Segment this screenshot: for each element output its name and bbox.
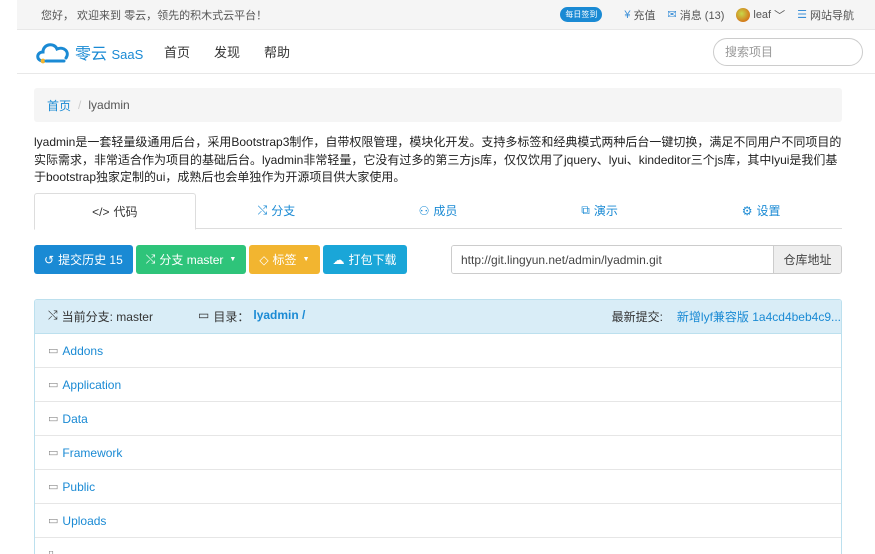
repo-url-field[interactable]: http://git.lingyun.net/admin/lyadmin.git	[452, 246, 773, 273]
folder-icon: ▭	[198, 308, 210, 322]
list-icon: ☰	[797, 9, 807, 21]
branch-icon: ⤭	[48, 308, 58, 322]
branch-icon: ⤭	[145, 252, 156, 266]
nav-discover[interactable]: 发现	[214, 42, 240, 61]
tags-dropdown-button[interactable]: ◇ 标签 ▼	[249, 245, 320, 274]
members-icon: ⚇	[418, 203, 430, 218]
logo[interactable]: 零云 SaaS	[34, 39, 164, 65]
tab-members-label: 成员	[433, 204, 458, 218]
list-item[interactable]: ▭ Framework	[35, 436, 841, 470]
folder-icon: ▭	[48, 413, 59, 425]
tab-code-label: 代码	[113, 205, 138, 219]
file-list-header: ⤭ 当前分支: master ▭ 目录： lyadmin / 最新提交: 新增l…	[35, 300, 841, 334]
messages-label: 消息 (13)	[679, 9, 725, 22]
list-item[interactable]: ▭ Application	[35, 368, 841, 402]
site-nav-label: 网站导航	[810, 9, 854, 22]
user-menu[interactable]: leaf ﹀	[736, 7, 785, 23]
tab-demo[interactable]: ⧉ 演示	[519, 193, 681, 228]
site-nav-link[interactable]: ☰ 网站导航	[797, 7, 854, 23]
folder-icon: ▭	[48, 345, 59, 357]
current-branch: ⤭ 当前分支: master	[48, 308, 153, 324]
logo-text: 零云 SaaS	[75, 45, 144, 63]
yen-icon: ¥	[624, 8, 631, 21]
caret-down-icon: ▼	[229, 256, 237, 263]
main-nav: 首页 发现 帮助	[164, 42, 713, 61]
top-bar: 您好， 欢迎来到 零云，领先的积木式云平台！ 每日签到 ¥ 充值 ✉ 消息 (1…	[17, 0, 875, 30]
current-directory: ▭ 目录： lyadmin /	[198, 308, 306, 325]
recharge-label: 充值	[633, 9, 656, 22]
download-button[interactable]: ☁ 打包下载	[322, 245, 407, 274]
breadcrumb-separator: /	[78, 98, 82, 112]
list-item[interactable]: ▭ Data	[35, 402, 841, 436]
commit-link[interactable]: 新增lyf兼容版 1a4cd4beb4c9...	[677, 308, 841, 325]
search-input[interactable]: 搜索项目	[713, 37, 863, 66]
history-icon: ↺	[44, 252, 55, 267]
nav-help[interactable]: 帮助	[264, 42, 290, 61]
caret-down-icon: ▼	[302, 256, 310, 263]
folder-icon: ▭	[48, 481, 59, 493]
external-link-icon: ⧉	[581, 203, 590, 217]
tab-demo-label: 演示	[593, 204, 618, 218]
breadcrumb-current: lyadmin	[88, 98, 130, 112]
file-icon: ▯	[48, 548, 54, 554]
branch-dropdown-button[interactable]: ⤭ 分支 master ▼	[135, 245, 247, 274]
chevron-down-icon: ﹀	[774, 9, 786, 22]
repo-url-button[interactable]: 仓库地址	[773, 246, 841, 273]
history-button[interactable]: ↺ 提交历史 15	[34, 245, 133, 274]
list-item[interactable]: ▭ Uploads	[35, 504, 841, 538]
tab-members[interactable]: ⚇ 成员	[357, 193, 519, 228]
folder-icon: ▭	[48, 515, 59, 527]
tab-settings[interactable]: ⚙ 设置	[680, 193, 842, 228]
list-item[interactable]: ▯	[35, 538, 841, 554]
envelope-icon: ✉	[667, 9, 677, 21]
branch-icon: ⤭	[257, 203, 268, 217]
tab-code[interactable]: </> 代码	[34, 193, 196, 230]
list-item[interactable]: ▭ Public	[35, 470, 841, 504]
avatar	[736, 7, 751, 22]
tag-icon: ◇	[259, 252, 269, 267]
tab-settings-label: 设置	[756, 204, 781, 218]
top-bar-right: 每日签到 ¥ 充值 ✉ 消息 (13) leaf ﹀ ☰ 网站导航	[560, 7, 854, 23]
project-tabs: </> 代码 ⤭ 分支 ⚇ 成员 ⧉ 演示 ⚙ 设置	[34, 193, 842, 230]
messages-link[interactable]: ✉ 消息 (13)	[668, 7, 725, 23]
project-description: lyadmin是一套轻量级通用后台，采用Bootstrap3制作，自带权限管理，…	[34, 135, 842, 184]
folder-icon: ▭	[48, 447, 59, 459]
welcome-text: 您好， 欢迎来到 零云，领先的积木式云平台！	[41, 9, 268, 22]
tab-branches[interactable]: ⤭ 分支	[196, 193, 358, 228]
cloud-download-icon: ☁	[332, 252, 345, 267]
cloud-logo-icon	[36, 42, 69, 63]
folder-icon: ▭	[48, 379, 59, 391]
username: leaf	[753, 8, 772, 21]
code-icon: </>	[92, 204, 110, 219]
breadcrumb: 首页 / lyadmin	[34, 88, 842, 122]
breadcrumb-home[interactable]: 首页	[47, 97, 71, 114]
nav-home[interactable]: 首页	[164, 42, 190, 61]
latest-commit: 最新提交: 新增lyf兼容版 1a4cd4beb4c9...	[611, 308, 841, 325]
list-item[interactable]: ▭ Addons	[35, 334, 841, 368]
page: 您好， 欢迎来到 零云，领先的积木式云平台！ 每日签到 ¥ 充值 ✉ 消息 (1…	[17, 0, 875, 554]
gear-icon: ⚙	[741, 203, 753, 218]
tab-branches-label: 分支	[271, 204, 296, 218]
directory-path[interactable]: lyadmin /	[253, 308, 305, 325]
file-list: ⤭ 当前分支: master ▭ 目录： lyadmin / 最新提交: 新增l…	[34, 299, 842, 554]
daily-sign-button[interactable]: 每日签到	[560, 7, 603, 22]
action-buttons: ↺ 提交历史 15 ⤭ 分支 master ▼ ◇ 标签 ▼ ☁ 打包下载	[34, 245, 407, 274]
navbar: 零云 SaaS 首页 发现 帮助 搜索项目	[17, 30, 875, 74]
recharge-link[interactable]: ¥ 充值	[624, 7, 655, 23]
repo-url-group: http://git.lingyun.net/admin/lyadmin.git…	[451, 245, 842, 274]
